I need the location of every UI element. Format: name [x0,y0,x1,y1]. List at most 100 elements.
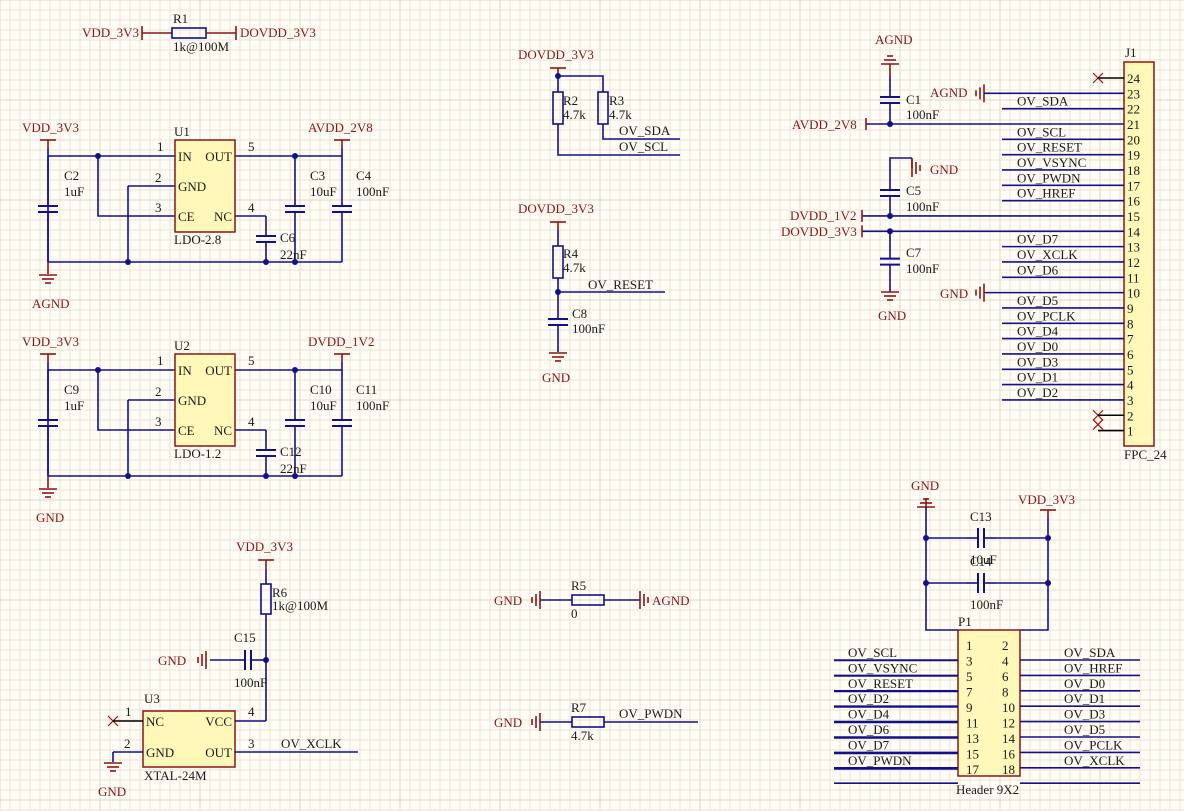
power-net-label: AVDD_2V8 [792,117,857,132]
pin-number: 1 [966,638,973,653]
net-label: OV_D3 [1017,354,1058,369]
pin-number: 3 [1127,393,1134,408]
pin-number: 14 [1002,731,1016,746]
pin-name: OUT [205,149,232,164]
pin-number: 2 [1002,638,1009,653]
pin-number: 17 [1127,178,1141,193]
net-label: OV_D1 [1017,370,1058,385]
power-net-label: AGND [32,296,70,311]
designator-label: C9 [64,382,79,397]
pin-name: CE [178,209,195,224]
pin-number: 11 [966,716,979,731]
pin-name: OUT [205,745,232,760]
designator-label: C10 [310,382,332,397]
power-net-label: VDD_3V3 [22,334,79,349]
schematic-canvas: VDD_3V3 R1 1k@100M DOVDD_3V3 VDD_3V3 AVDD_2V8… [0,0,1184,811]
pin-number: 8 [1127,316,1134,331]
pin-number: 4 [1002,654,1009,669]
pin-number: 12 [1127,255,1140,270]
value-label: 100nF [906,199,939,214]
power-net-label: DVDD_1V2 [790,208,856,223]
power-net-label: VDD_3V3 [82,25,139,40]
net-label: OV_SCL [619,139,668,154]
net-label: OV_VSYNC [848,660,917,675]
pin-number: 4 [248,414,255,429]
pin-name: GND [178,393,206,408]
pin-number: 15 [1127,209,1140,224]
designator-label: C1 [906,92,921,107]
value-label: 1k@100M [173,39,229,54]
pin-name: NC [214,423,232,438]
designator-label: U1 [174,124,190,139]
part-label: Header 9X2 [956,782,1019,797]
net-label: OV_D3 [1064,707,1105,722]
pin-number: 8 [1002,685,1009,700]
designator-label: C6 [280,230,296,245]
pin-number: 6 [1127,347,1134,362]
value-label: 1k@100M [272,598,328,613]
value-label: 100nF [356,184,389,199]
power-net-label: GND [98,784,126,799]
pin-number: 22 [1127,102,1140,117]
net-label: OV_D4 [848,707,890,722]
pin-number: 10 [1002,700,1015,715]
designator-label: C3 [310,168,325,183]
net-label: OV_XCLK [1017,247,1078,262]
pin-name: GND [146,745,174,760]
power-net-label: DOVDD_3V3 [518,47,594,62]
net-label: OV_D0 [1017,339,1058,354]
junction-dot [263,259,269,265]
value-label: 22nF [280,461,307,476]
pin-number: 4 [248,200,255,215]
pin-number: 9 [1127,301,1134,316]
pin-number: 9 [966,700,973,715]
pin-number: 18 [1002,762,1015,777]
pin-number: 15 [966,747,979,762]
net-label: OV_HREF [1017,186,1076,201]
pin-name: OUT [205,363,232,378]
power-net-label: VDD_3V3 [1018,492,1075,507]
value-label: 10uF [310,398,337,413]
pin-number: 1 [157,353,164,368]
pin-name: IN [178,363,192,378]
value-label: 100nF [356,398,389,413]
pin-number: 3 [248,736,255,751]
junction-dot [292,153,298,159]
power-net-label: GND [940,286,968,301]
net-label: OV_D2 [1017,385,1058,400]
junction-dot [125,259,131,265]
pin-number: 4 [1127,378,1134,393]
value-label: 100nF [234,675,267,690]
power-net-label: VDD_3V3 [22,120,79,135]
pin-number: 11 [1127,270,1140,285]
net-label: OV_RESET [848,676,913,691]
pin-number: 19 [1127,148,1140,163]
designator-label: C2 [64,168,79,183]
value-label: 10uF [310,184,337,199]
net-label: OV_VSYNC [1017,155,1086,170]
net-label: OV_RESET [1017,140,1082,155]
designator-label: R7 [571,700,587,715]
net-label: OV_D7 [848,737,890,752]
net-label: OV_PWDN [1017,170,1081,185]
designator-label: R1 [173,11,188,26]
power-net-label: DOVDD_3V3 [240,25,316,40]
value-label: 22nF [280,247,307,262]
value-label: 4.7k [563,107,586,122]
net-label: OV_SCL [848,645,897,660]
pin-number: 3 [155,414,162,429]
junction-dot [125,473,131,479]
pin-number: 2 [124,736,131,751]
power-net-label: VDD_3V3 [236,539,293,554]
designator-label: C5 [906,183,921,198]
value-label: 100nF [572,321,605,336]
part-label: FPC_24 [1124,447,1167,462]
pin-number: 16 [1002,747,1016,762]
pin-number: 3 [966,654,973,669]
pin-number: 20 [1127,132,1140,147]
net-label: OV_D0 [1064,676,1105,691]
power-net-label: AVDD_2V8 [308,120,373,135]
pin-name: IN [178,149,192,164]
value-label: 4.7k [571,728,594,743]
pin-number: 16 [1127,194,1141,209]
